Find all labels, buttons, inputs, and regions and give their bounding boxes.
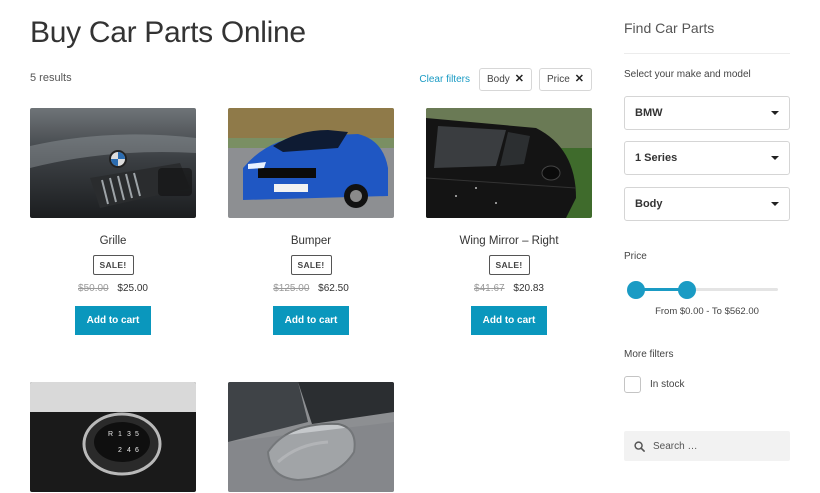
sale-badge: SALE! bbox=[92, 255, 134, 275]
gear-knob-image: R135 246 bbox=[30, 382, 196, 492]
product-image[interactable]: R135 246 bbox=[30, 382, 196, 492]
product-card-mirror bbox=[228, 382, 394, 492]
product-name[interactable]: Grille bbox=[30, 235, 196, 247]
sidebar-title: Find Car Parts bbox=[624, 20, 715, 36]
product-card-gear-knob: R135 246 bbox=[30, 382, 196, 492]
clear-filters-link[interactable]: Clear filters bbox=[419, 74, 470, 85]
filter-chip-label: Body bbox=[486, 74, 510, 85]
price-slider-min-handle[interactable] bbox=[627, 281, 645, 299]
sale-badge: SALE! bbox=[488, 255, 530, 275]
search-box[interactable] bbox=[624, 431, 790, 461]
model-select[interactable]: 1 Series bbox=[624, 141, 790, 175]
in-stock-checkbox[interactable] bbox=[624, 376, 641, 393]
product-name[interactable]: Bumper bbox=[228, 235, 394, 247]
search-icon bbox=[634, 440, 645, 452]
sale-badge: SALE! bbox=[290, 255, 332, 275]
in-stock-label[interactable]: In stock bbox=[650, 379, 684, 390]
product-image[interactable] bbox=[426, 108, 592, 218]
product-image[interactable] bbox=[30, 108, 196, 218]
filter-chip-body[interactable]: Body ✕ bbox=[478, 68, 532, 91]
bumper-image bbox=[228, 108, 394, 218]
old-price: $50.00 bbox=[78, 283, 109, 294]
filter-chip-label: Price bbox=[546, 74, 570, 85]
product-image[interactable] bbox=[228, 382, 394, 492]
make-select-value: BMW bbox=[635, 107, 663, 119]
old-price: $125.00 bbox=[273, 283, 310, 294]
search-input[interactable] bbox=[653, 440, 773, 452]
add-to-cart-button[interactable]: Add to cart bbox=[75, 306, 151, 335]
active-filters: Clear filters Body ✕ Price ✕ bbox=[419, 68, 592, 91]
more-filters-label: More filters bbox=[624, 349, 674, 360]
svg-text:R: R bbox=[108, 431, 113, 438]
wing-mirror-image bbox=[426, 108, 592, 218]
sidebar-divider bbox=[624, 53, 790, 54]
svg-text:5: 5 bbox=[135, 431, 139, 438]
add-to-cart-button[interactable]: Add to cart bbox=[471, 306, 547, 335]
add-to-cart-button[interactable]: Add to cart bbox=[273, 306, 349, 335]
product-card-wing-mirror: Wing Mirror – Right SALE! $41.67 $20.83 … bbox=[426, 108, 592, 335]
model-select-value: 1 Series bbox=[635, 152, 678, 164]
result-count: 5 results bbox=[30, 72, 72, 84]
mirror-image bbox=[228, 382, 394, 492]
sale-price: $62.50 bbox=[318, 283, 349, 294]
caret-down-icon bbox=[771, 156, 779, 160]
make-model-label: Select your make and model bbox=[624, 69, 751, 80]
category-select-value: Body bbox=[635, 198, 663, 210]
close-icon[interactable]: ✕ bbox=[575, 74, 584, 85]
sale-price: $25.00 bbox=[117, 283, 148, 294]
svg-text:6: 6 bbox=[135, 447, 139, 454]
old-price: $41.67 bbox=[474, 283, 505, 294]
page-title: Buy Car Parts Online bbox=[30, 16, 306, 49]
product-name[interactable]: Wing Mirror – Right bbox=[426, 235, 592, 247]
close-icon[interactable]: ✕ bbox=[515, 74, 524, 85]
grille-image bbox=[30, 108, 196, 218]
svg-text:3: 3 bbox=[127, 431, 131, 438]
caret-down-icon bbox=[771, 111, 779, 115]
category-select[interactable]: Body bbox=[624, 187, 790, 221]
svg-text:4: 4 bbox=[127, 447, 131, 454]
sale-price: $20.83 bbox=[513, 283, 544, 294]
price-row: $125.00 $62.50 bbox=[228, 283, 394, 294]
price-slider-max-handle[interactable] bbox=[678, 281, 697, 299]
price-row: $41.67 $20.83 bbox=[426, 283, 592, 294]
caret-down-icon bbox=[771, 202, 779, 206]
price-label: Price bbox=[624, 251, 647, 262]
filter-chip-price[interactable]: Price ✕ bbox=[538, 68, 592, 91]
price-row: $50.00 $25.00 bbox=[30, 283, 196, 294]
price-range-text: From $0.00 - To $562.00 bbox=[655, 306, 759, 317]
product-card-grille: Grille SALE! $50.00 $25.00 Add to cart bbox=[30, 108, 196, 335]
svg-text:2: 2 bbox=[118, 447, 122, 454]
svg-text:1: 1 bbox=[118, 431, 122, 438]
make-select[interactable]: BMW bbox=[624, 96, 790, 130]
product-image[interactable] bbox=[228, 108, 394, 218]
product-card-bumper: Bumper SALE! $125.00 $62.50 Add to cart bbox=[228, 108, 394, 335]
